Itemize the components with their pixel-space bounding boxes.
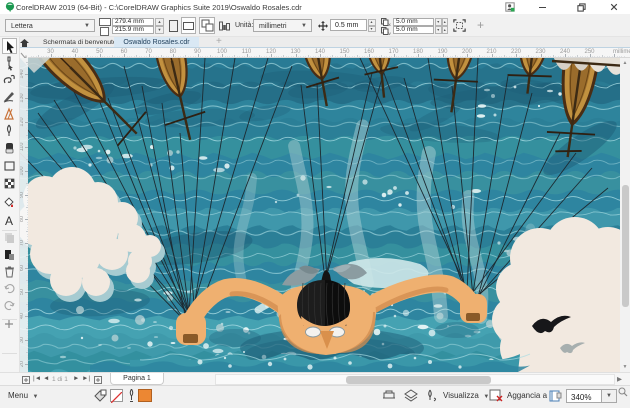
svg-text:A: A [5,214,13,228]
svg-text:y: y [389,31,392,35]
svg-text:x: x [389,22,392,26]
